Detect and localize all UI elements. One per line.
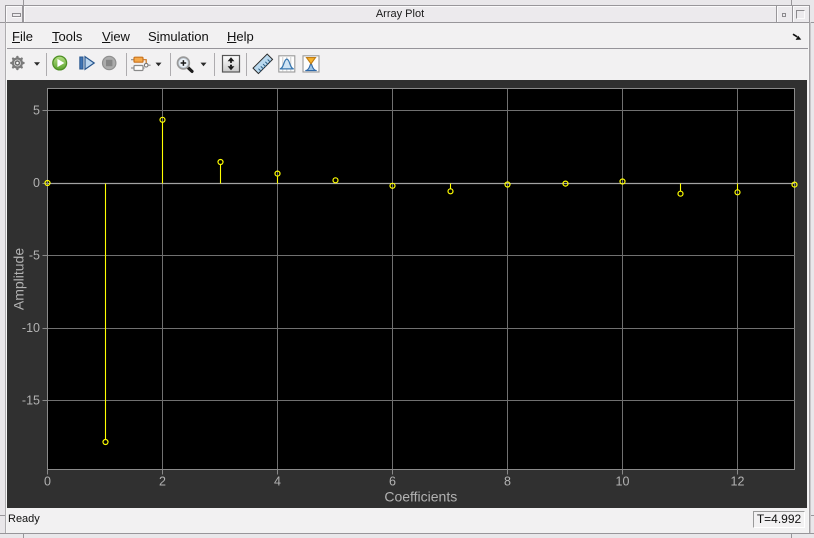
svg-text:8: 8 (504, 475, 511, 489)
svg-text:10: 10 (616, 475, 630, 489)
svg-text:6: 6 (389, 475, 396, 489)
svg-text:-15: -15 (22, 394, 40, 408)
svg-text:12: 12 (731, 475, 745, 489)
svg-text:Amplitude: Amplitude (11, 248, 27, 310)
svg-text:Coefficients: Coefficients (384, 489, 457, 505)
svg-text:4: 4 (274, 475, 281, 489)
svg-text:0: 0 (44, 475, 51, 489)
svg-text:-5: -5 (29, 249, 40, 263)
svg-text:2: 2 (159, 475, 166, 489)
svg-text:-10: -10 (22, 321, 40, 335)
svg-text:5: 5 (33, 104, 40, 118)
svg-text:0: 0 (33, 176, 40, 190)
